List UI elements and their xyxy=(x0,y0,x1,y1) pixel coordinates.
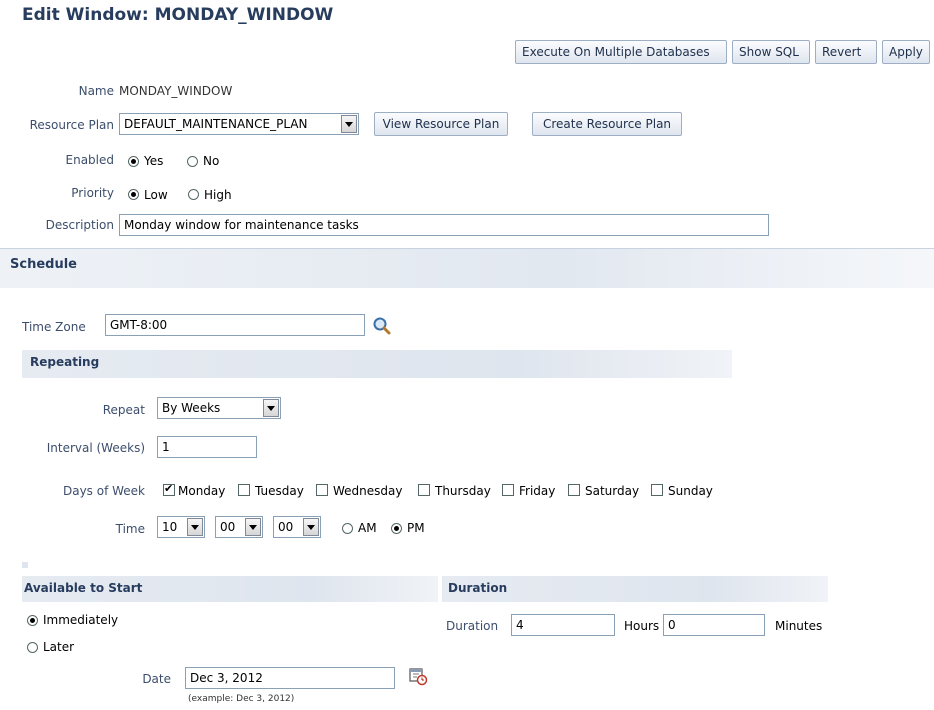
interval-field[interactable]: 1 xyxy=(157,436,257,458)
day-thursday-checkbox[interactable] xyxy=(418,484,430,496)
enabled-no-label: No xyxy=(203,154,220,168)
day-friday-label: Friday xyxy=(519,484,556,498)
day-sunday-label: Sunday xyxy=(668,484,713,498)
day-friday-checkbox[interactable] xyxy=(502,484,514,496)
hours-unit-label: Hours xyxy=(624,619,660,633)
interval-label: Interval (Weeks) xyxy=(46,441,145,455)
view-resource-plan-button[interactable]: View Resource Plan xyxy=(374,112,508,136)
priority-high-radio[interactable] xyxy=(188,189,199,200)
chevron-down-icon xyxy=(245,518,261,536)
page-title: Edit Window: MONDAY_WINDOW xyxy=(22,5,334,25)
date-format-hint: (example: Dec 3, 2012) xyxy=(188,694,295,704)
pm-label: PM xyxy=(407,521,425,535)
priority-low-radio[interactable] xyxy=(128,189,139,200)
day-tuesday-label: Tuesday xyxy=(255,484,304,498)
enabled-yes-radio[interactable] xyxy=(128,156,139,167)
am-label: AM xyxy=(358,521,377,535)
time-minute-value: 00 xyxy=(220,520,236,534)
start-later-label: Later xyxy=(43,640,75,654)
day-monday-label: Monday xyxy=(178,484,226,498)
timezone-label: Time Zone xyxy=(22,320,86,334)
day-monday-checkbox[interactable] xyxy=(163,482,175,496)
revert-button[interactable]: Revert xyxy=(815,40,877,64)
day-sunday-checkbox[interactable] xyxy=(651,484,663,496)
resource-plan-value: DEFAULT_MAINTENANCE_PLAN xyxy=(124,117,308,131)
minutes-unit-label: Minutes xyxy=(775,619,823,633)
duration-label: Duration xyxy=(446,619,499,633)
calendar-icon[interactable] xyxy=(408,666,428,686)
start-immediately-radio[interactable] xyxy=(27,615,38,626)
time-second-value: 00 xyxy=(278,520,294,534)
search-icon[interactable] xyxy=(372,316,392,336)
repeating-section-header: Repeating xyxy=(22,350,732,378)
repeat-value: By Weeks xyxy=(162,401,221,415)
chevron-down-icon xyxy=(303,518,319,536)
schedule-section-header: Schedule xyxy=(0,248,934,288)
priority-high-label: High xyxy=(204,188,232,202)
enabled-no-radio[interactable] xyxy=(187,156,198,167)
description-field[interactable]: Monday window for maintenance tasks xyxy=(119,214,769,236)
name-value: MONDAY_WINDOW xyxy=(119,84,233,98)
resource-plan-select[interactable]: DEFAULT_MAINTENANCE_PLAN xyxy=(119,113,359,135)
create-resource-plan-button[interactable]: Create Resource Plan xyxy=(532,112,682,136)
description-label: Description xyxy=(45,218,114,232)
start-immediately-label: Immediately xyxy=(43,613,119,627)
duration-heading: Duration xyxy=(448,581,508,595)
time-hour-value: 10 xyxy=(162,520,178,534)
time-second-select[interactable]: 00 xyxy=(273,516,321,538)
repeat-label: Repeat xyxy=(102,403,145,417)
day-saturday-checkbox[interactable] xyxy=(568,484,580,496)
enabled-yes-label: Yes xyxy=(144,154,164,168)
day-saturday-label: Saturday xyxy=(585,484,640,498)
day-wednesday-label: Wednesday xyxy=(333,484,403,498)
show-sql-button[interactable]: Show SQL xyxy=(732,40,810,64)
repeat-select[interactable]: By Weeks xyxy=(157,397,281,419)
duration-section-header: Duration xyxy=(442,576,828,602)
chevron-down-icon xyxy=(187,518,203,536)
execute-multiple-databases-button[interactable]: Execute On Multiple Databases xyxy=(515,40,727,64)
duration-hours-field[interactable]: 4 xyxy=(511,614,615,636)
priority-label: Priority xyxy=(71,186,114,200)
enabled-label: Enabled xyxy=(65,153,115,167)
name-label: Name xyxy=(78,84,114,98)
start-later-radio[interactable] xyxy=(27,642,38,653)
time-hour-select[interactable]: 10 xyxy=(157,516,205,538)
date-label: Date xyxy=(142,672,171,686)
timezone-field[interactable]: GMT-8:00 xyxy=(105,314,365,336)
day-tuesday-checkbox[interactable] xyxy=(238,484,250,496)
apply-button[interactable]: Apply xyxy=(882,40,930,64)
time-minute-select[interactable]: 00 xyxy=(215,516,263,538)
time-label: Time xyxy=(115,522,145,536)
am-radio[interactable] xyxy=(342,523,353,534)
day-wednesday-checkbox[interactable] xyxy=(316,484,328,496)
available-to-start-heading: Available to Start xyxy=(24,581,143,595)
day-thursday-label: Thursday xyxy=(435,484,491,498)
chevron-down-icon xyxy=(341,115,357,133)
duration-minutes-field[interactable]: 0 xyxy=(663,614,765,636)
priority-low-label: Low xyxy=(144,188,168,202)
resource-plan-label: Resource Plan xyxy=(29,118,114,132)
repeating-heading: Repeating xyxy=(30,355,100,369)
days-of-week-label: Days of Week xyxy=(62,484,145,498)
pm-radio[interactable] xyxy=(391,523,402,534)
date-field[interactable]: Dec 3, 2012 xyxy=(185,667,395,689)
chevron-down-icon xyxy=(263,399,279,417)
divider-marker xyxy=(22,562,28,568)
schedule-heading: Schedule xyxy=(10,257,77,272)
available-to-start-section-header: Available to Start xyxy=(22,576,438,602)
